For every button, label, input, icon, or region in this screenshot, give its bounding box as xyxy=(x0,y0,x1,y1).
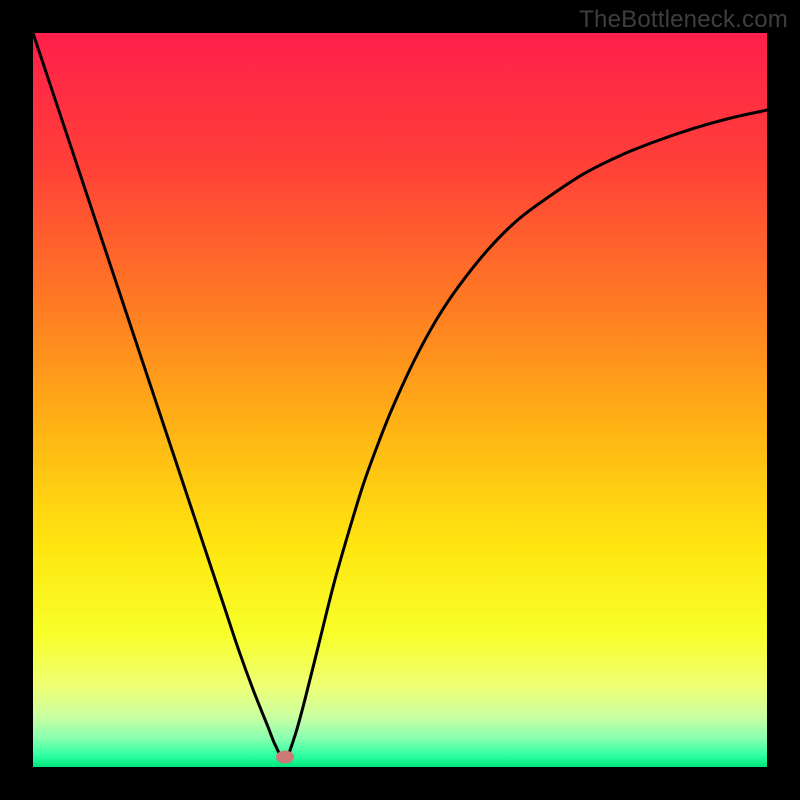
bottleneck-curve xyxy=(33,33,767,767)
minimum-marker xyxy=(276,750,294,763)
watermark-text: TheBottleneck.com xyxy=(579,6,788,34)
chart-frame: TheBottleneck.com xyxy=(0,0,800,800)
